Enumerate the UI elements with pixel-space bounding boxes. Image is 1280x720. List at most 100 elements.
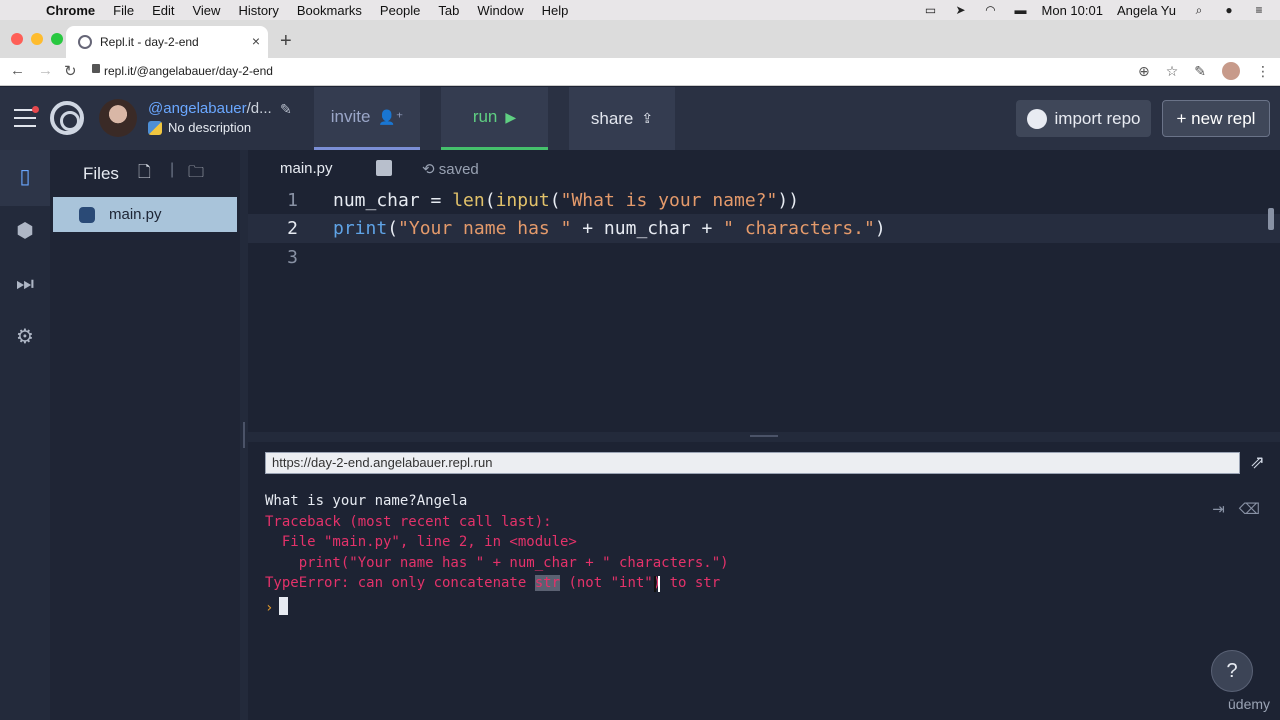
zoom-icon[interactable]: ⊕	[1138, 63, 1150, 80]
reload-icon[interactable]: ↻	[64, 62, 77, 80]
menu-bookmarks[interactable]: Bookmarks	[297, 3, 362, 18]
saved-label: saved	[438, 161, 479, 178]
window-controls	[11, 33, 63, 45]
menu-edit[interactable]: Edit	[152, 3, 174, 18]
siri-icon[interactable]: ●	[1220, 3, 1238, 17]
import-repo-label: import repo	[1054, 108, 1141, 128]
back-arrow-icon[interactable]: ←	[10, 62, 25, 79]
console-expand-icon[interactable]: ⇥	[1212, 500, 1225, 518]
repl-run-url[interactable]: https://day-2-end.angelabauer.repl.run	[265, 452, 1240, 474]
files-title: Files	[83, 164, 119, 183]
debugger-icon[interactable]: ⏭	[14, 273, 36, 295]
invite-button[interactable]: invite 👤⁺	[314, 87, 420, 150]
mouse-ibeam-cursor	[654, 576, 660, 592]
bookmark-star-icon[interactable]: ☆	[1166, 63, 1179, 80]
minimize-window-button[interactable]	[31, 33, 43, 45]
forward-arrow-icon[interactable]: →	[38, 62, 53, 79]
open-external-icon[interactable]: ⇗	[1250, 452, 1265, 473]
packages-icon[interactable]: ⬢	[14, 220, 36, 242]
share-button[interactable]: share ⇪	[569, 87, 675, 150]
editor-scrollbar[interactable]	[1268, 208, 1274, 230]
code-line-current[interactable]: 2 print("Your name has " + num_char + " …	[248, 214, 1280, 243]
editor-tab-bar: main.py ⟲ saved	[248, 150, 1280, 186]
play-icon: ▶	[505, 108, 517, 125]
code-token: input	[495, 190, 550, 211]
console-pane[interactable]: https://day-2-end.angelabauer.repl.run ⇗…	[248, 442, 1280, 720]
console-prompt-line[interactable]: ›	[265, 597, 289, 616]
menu-people[interactable]: People	[380, 3, 420, 18]
menu-file[interactable]: File	[113, 3, 134, 18]
settings-gear-icon[interactable]: ⚙	[14, 326, 36, 348]
tab-close-icon[interactable]: ×	[252, 33, 260, 49]
airplay-icon[interactable]: ➤	[952, 3, 970, 17]
add-user-icon: 👤⁺	[378, 108, 404, 125]
error-text: TypeError: can only concatenate	[265, 575, 535, 591]
repl-username[interactable]: @angelabauer	[148, 100, 247, 117]
menu-chrome[interactable]: Chrome	[46, 3, 95, 18]
new-repl-label: + new repl	[1176, 108, 1256, 128]
chrome-menu-icon[interactable]: ⋮	[1256, 63, 1270, 80]
code-token: )	[874, 218, 886, 239]
browser-tab-active[interactable]: Repl.it - day-2-end ×	[66, 26, 268, 58]
camera-icon[interactable]: ▭	[922, 3, 940, 17]
console-resize-handle[interactable]	[248, 432, 1280, 442]
run-button[interactable]: run ▶	[441, 87, 548, 150]
url-field[interactable]: repl.it/@angelabauer/day-2-end	[104, 64, 273, 78]
new-repl-button[interactable]: + new repl	[1162, 100, 1270, 137]
add-folder-icon[interactable]: 🗀	[188, 161, 204, 188]
battery-icon[interactable]: ▬	[1012, 3, 1030, 17]
replit-logo-icon[interactable]	[50, 101, 84, 135]
new-tab-button[interactable]: +	[280, 30, 292, 53]
console-clear-icon[interactable]: ⌫	[1239, 500, 1260, 518]
code-token: print	[333, 218, 388, 239]
text-cursor	[279, 597, 289, 615]
pane-divider[interactable]	[240, 150, 248, 720]
separator: |	[170, 161, 175, 178]
menu-help[interactable]: Help	[542, 3, 569, 18]
share-icon: ⇪	[641, 110, 654, 126]
console-error-line: print("Your name has " + num_char + " ch…	[265, 555, 729, 571]
console-error-line: TypeError: can only concatenate str (not…	[265, 575, 720, 591]
menu-view[interactable]: View	[192, 3, 220, 18]
code-line[interactable]: 1 num_char = len(input("What is your nam…	[248, 186, 1280, 215]
code-token: + num_char +	[571, 218, 724, 239]
repl-description[interactable]: No description	[168, 120, 251, 135]
editor-tab-main-py[interactable]: main.py	[280, 160, 333, 177]
spotlight-search-icon[interactable]: ⌕	[1190, 3, 1208, 17]
import-repo-button[interactable]: import repo	[1016, 100, 1151, 137]
menubar-user[interactable]: Angela Yu	[1117, 3, 1176, 18]
menu-window[interactable]: Window	[477, 3, 523, 18]
code-token: len	[452, 190, 485, 211]
user-avatar[interactable]	[99, 99, 137, 137]
line-number: 2	[287, 218, 298, 239]
wifi-icon[interactable]: ◠	[982, 3, 1000, 17]
code-text: num_char = len(input("What is your name?…	[333, 190, 799, 211]
repl-owner-name[interactable]: @angelabauer/d...	[148, 100, 272, 117]
console-actions: ⇥ ⌫	[1212, 500, 1260, 518]
file-item-main-py[interactable]: main.py	[53, 197, 237, 232]
files-pane: Files 🗋 | 🗀 main.py	[50, 150, 240, 720]
file-name: main.py	[109, 206, 162, 223]
help-button[interactable]: ?	[1211, 650, 1253, 692]
prompt-chevron-icon: ›	[265, 600, 274, 616]
error-text: (not "int") to str	[560, 575, 721, 591]
menu-tab[interactable]: Tab	[438, 3, 459, 18]
zoom-window-button[interactable]	[51, 33, 63, 45]
code-token: (	[549, 190, 561, 211]
files-icon[interactable]: ▯	[14, 166, 36, 188]
repl-name[interactable]: /d...	[247, 100, 272, 117]
extension-icon[interactable]: ✎	[1194, 63, 1206, 80]
close-window-button[interactable]	[11, 33, 23, 45]
notification-center-icon[interactable]: ≡	[1250, 3, 1268, 17]
code-token: num_char =	[333, 190, 453, 211]
code-line[interactable]: 3	[248, 243, 1280, 272]
lock-icon	[92, 64, 100, 73]
add-file-icon[interactable]: 🗋	[138, 161, 151, 188]
code-editor[interactable]: 1 num_char = len(input("What is your nam…	[248, 186, 1280, 432]
profile-avatar[interactable]	[1222, 62, 1240, 80]
menubar-clock[interactable]: Mon 10:01	[1042, 3, 1103, 18]
python-file-icon	[79, 206, 95, 223]
edit-pencil-icon[interactable]: ✎	[280, 101, 292, 118]
format-code-icon[interactable]	[376, 160, 392, 176]
menu-history[interactable]: History	[238, 3, 278, 18]
